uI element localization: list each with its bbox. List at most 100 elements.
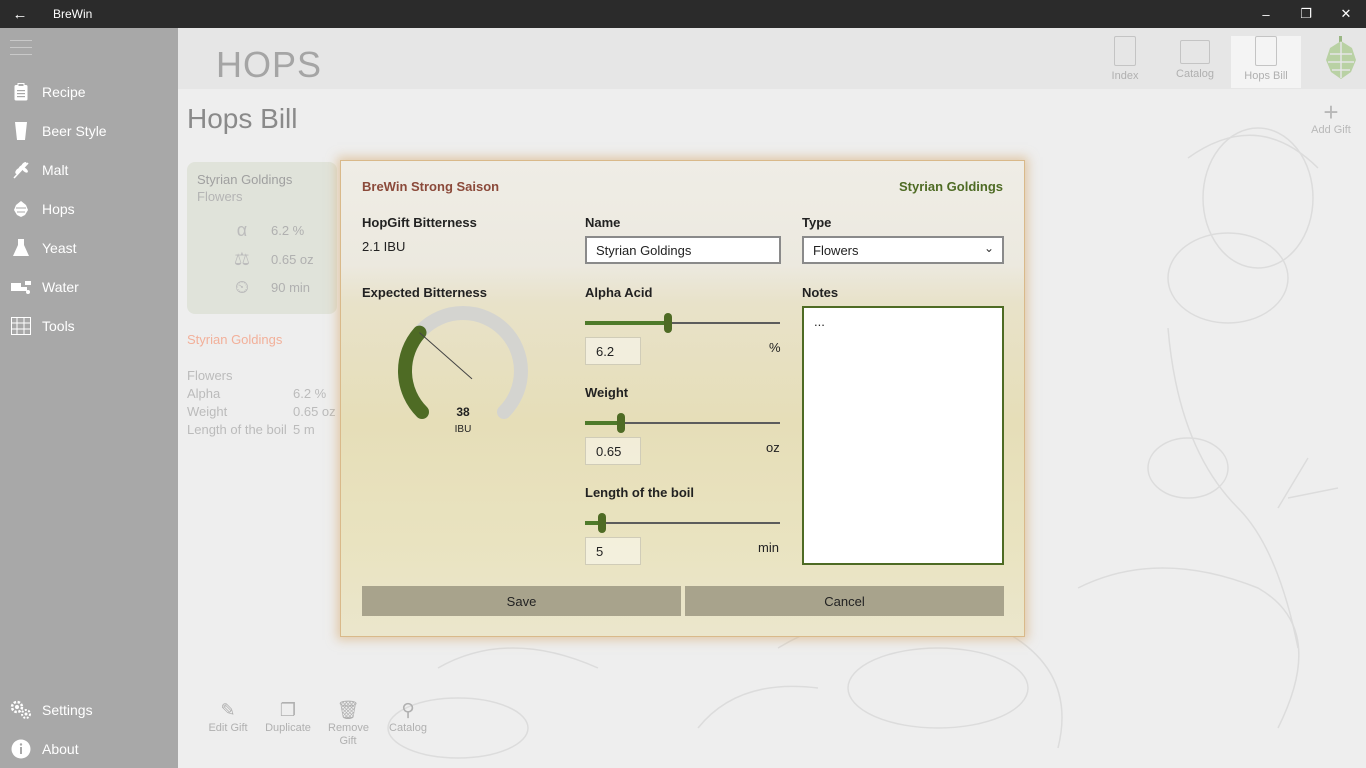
detail-type: Flowers	[187, 368, 233, 383]
sidebar-item-label: Malt	[42, 162, 69, 178]
detail-value: 6.2 %	[293, 386, 327, 401]
app-title: BreWin	[53, 7, 93, 21]
back-arrow-icon[interactable]: ←	[0, 0, 40, 28]
remove-gift-button[interactable]: 🗑 Remove Gift	[318, 700, 378, 748]
hopgift-bitterness-label: HopGift Bitterness	[362, 215, 477, 230]
sidebar-item-beer-style[interactable]: Beer Style	[0, 113, 178, 149]
wheat-icon	[0, 161, 42, 179]
trash-icon: 🗑	[336, 700, 360, 720]
detail-value: 5 m	[293, 422, 315, 437]
sidebar-item-hops[interactable]: Hops	[0, 191, 178, 227]
tools-icon	[0, 317, 42, 335]
dialog-hop-name: Styrian Goldings	[898, 179, 1003, 194]
edit-gift-dialog: BreWin Strong Saison Styrian Goldings Ho…	[340, 160, 1025, 637]
hop-icon	[0, 200, 42, 218]
edit-gift-button[interactable]: ✎ Edit Gift	[198, 700, 258, 748]
gift-card-name: Styrian Goldings	[197, 172, 293, 187]
sidebar-item-settings[interactable]: Settings	[0, 692, 178, 728]
gift-card-time: 90 min	[271, 280, 311, 295]
info-icon	[0, 739, 42, 759]
hops-bill-title: Hops Bill	[187, 103, 298, 134]
tab-catalog[interactable]: Catalog	[1160, 36, 1230, 88]
sidebar: Recipe Beer Style Malt Hops Yeast Water	[0, 28, 178, 768]
boil-length-slider[interactable]	[585, 512, 780, 534]
page-header: HOPS	[216, 44, 323, 85]
hop-logo-icon	[1326, 36, 1356, 79]
duplicate-button[interactable]: ❐ Duplicate	[258, 700, 318, 748]
gift-card-type: Flowers	[197, 189, 243, 204]
sidebar-item-recipe[interactable]: Recipe	[0, 74, 178, 110]
detail-title: Styrian Goldings	[187, 332, 283, 347]
sidebar-item-label: Hops	[42, 201, 75, 217]
minimize-button[interactable]: –	[1246, 0, 1286, 28]
sidebar-item-malt[interactable]: Malt	[0, 152, 178, 188]
sidebar-item-label: Water	[42, 279, 79, 295]
gauge-value: 38	[456, 405, 470, 419]
save-button[interactable]: Save	[362, 586, 681, 616]
name-input[interactable]: Styrian Goldings	[585, 236, 781, 264]
close-button[interactable]: ✕	[1326, 0, 1366, 28]
sidebar-item-label: Beer Style	[42, 123, 107, 139]
remove-gift-label: Remove Gift	[328, 722, 369, 747]
search-icon: ⚲	[401, 700, 415, 720]
catalog-label: Catalog	[389, 722, 427, 734]
sidebar-item-about[interactable]: About	[0, 731, 178, 767]
expected-bitterness-label: Expected Bitterness	[362, 285, 487, 300]
detail-key: Length of the boil	[187, 422, 287, 437]
list-icon	[1255, 36, 1277, 66]
book-icon	[1180, 40, 1210, 64]
catalog-button[interactable]: ⚲ Catalog	[378, 700, 438, 748]
title-bar: ← BreWin – ❐ ✕	[0, 0, 1366, 28]
sidebar-item-label: Tools	[42, 318, 75, 334]
detail-key: Weight	[187, 404, 228, 419]
edit-gift-label: Edit Gift	[208, 722, 248, 734]
bottom-command-bar: ✎ Edit Gift ❐ Duplicate 🗑 Remove Gift ⚲ …	[198, 700, 438, 748]
sidebar-item-tools[interactable]: Tools	[0, 308, 178, 344]
clipboard-icon	[0, 83, 42, 101]
detail-key: Alpha	[187, 386, 221, 401]
slider-thumb[interactable]	[664, 313, 672, 333]
slider-thumb[interactable]	[617, 413, 625, 433]
alpha-acid-slider[interactable]	[585, 312, 780, 334]
pencil-icon: ✎	[220, 700, 236, 720]
tab-hops-bill[interactable]: Hops Bill	[1231, 36, 1301, 88]
alpha-acid-unit: %	[769, 340, 781, 355]
sidebar-item-label: Recipe	[42, 84, 86, 100]
type-select[interactable]: Flowers ⌄	[802, 236, 1004, 264]
gift-card[interactable]: Styrian Goldings Flowers α 6.2 % ⚖ 0.65 …	[187, 162, 337, 314]
tab-index[interactable]: Index	[1090, 36, 1160, 88]
gift-card-weight: 0.65 oz	[271, 252, 314, 267]
gauge-needle	[419, 332, 473, 380]
chevron-down-icon: ⌄	[983, 241, 994, 255]
hamburger-menu-icon[interactable]	[10, 40, 32, 58]
sidebar-item-water[interactable]: Water	[0, 269, 178, 305]
scale-icon: ⚖	[233, 249, 251, 269]
alpha-acid-label: Alpha Acid	[585, 285, 653, 300]
gift-detail: Styrian Goldings Flowers Alpha 6.2 % Wei…	[187, 332, 347, 437]
hopgift-bitterness-value: 2.1 IBU	[362, 239, 406, 254]
notes-textarea[interactable]: ...	[802, 306, 1004, 565]
alpha-acid-input[interactable]: 6.2	[585, 337, 641, 365]
alpha-icon: α	[236, 220, 248, 240]
slider-thumb[interactable]	[598, 513, 606, 533]
sidebar-item-yeast[interactable]: Yeast	[0, 230, 178, 266]
maximize-button[interactable]: ❐	[1286, 0, 1326, 28]
boil-length-input[interactable]: 5	[585, 537, 641, 565]
notes-label: Notes	[802, 285, 839, 300]
weight-input[interactable]: 0.65	[585, 437, 641, 465]
bitterness-gauge: 38 IBU	[398, 305, 528, 435]
dialog-recipe-name: BreWin Strong Saison	[362, 179, 500, 194]
detail-value: 0.65 oz	[293, 404, 336, 419]
weight-slider[interactable]	[585, 412, 780, 434]
gauge-fill	[398, 325, 429, 419]
water-icon	[0, 279, 42, 295]
gauge-unit: IBU	[455, 424, 472, 435]
duplicate-label: Duplicate	[265, 722, 311, 734]
sidebar-item-label: About	[42, 741, 79, 757]
add-gift-button[interactable]: + Add Gift	[1306, 99, 1356, 136]
tab-index-label: Index	[1111, 70, 1139, 82]
name-label: Name	[585, 215, 621, 230]
cancel-button[interactable]: Cancel	[685, 586, 1004, 616]
add-gift-label: Add Gift	[1311, 124, 1351, 136]
flask-icon	[0, 239, 42, 257]
